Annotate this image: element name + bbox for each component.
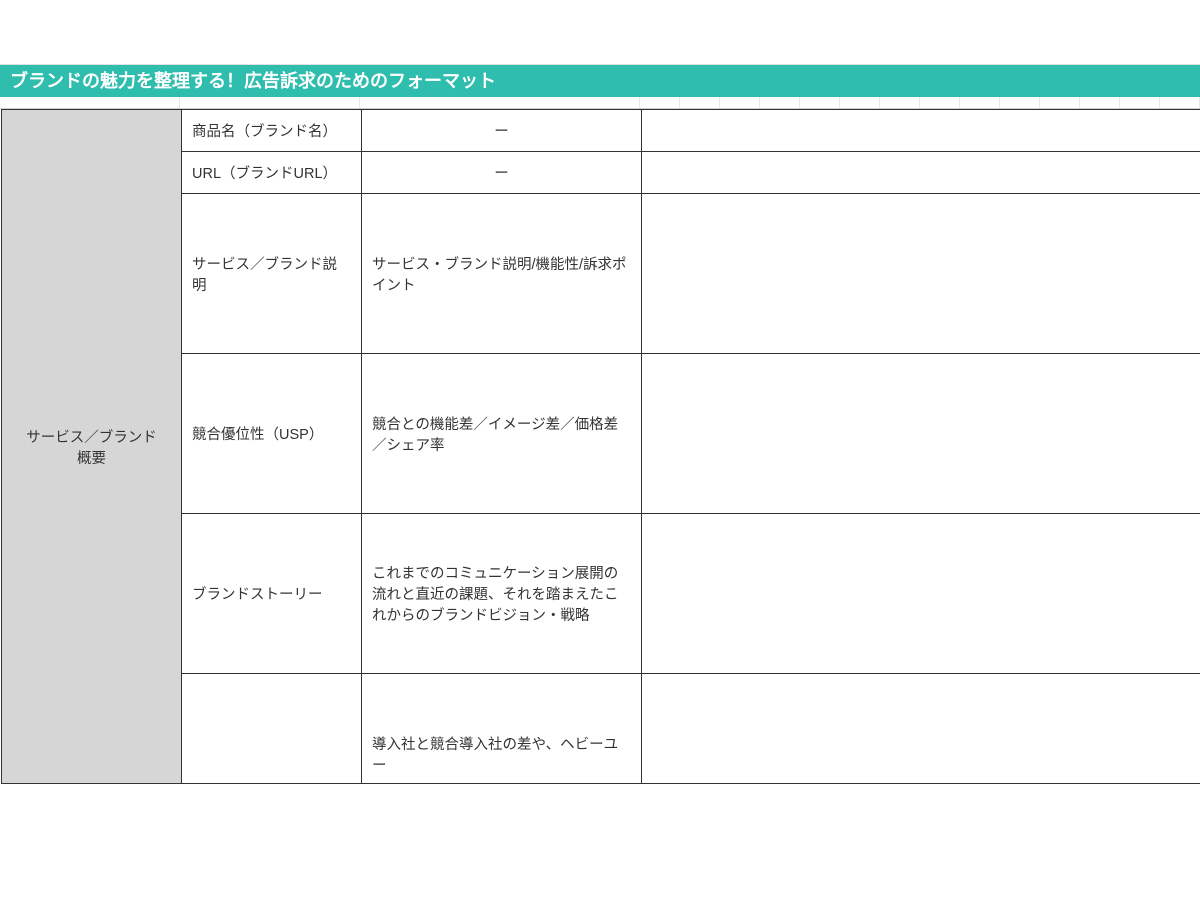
sheet-title: ブランドの魅力を整理する！広告訴求のためのフォーマット: [10, 71, 496, 91]
row-label-cell: 商品名（ブランド名）: [182, 110, 362, 152]
brand-format-table: サービス／ブランド概要商品名（ブランド名）ーURL（ブランドURL）ーサービス／…: [1, 109, 1200, 784]
row-label-cell: サービス／ブランド説明: [182, 194, 362, 354]
ruler-segment: [680, 97, 720, 108]
row-input-cell[interactable]: [642, 152, 1200, 194]
row-label-cell: ブランドストーリー: [182, 514, 362, 674]
row-label-cell: 競合優位性（USP）: [182, 354, 362, 514]
column-ruler: [0, 97, 1200, 109]
category-cell: サービス／ブランド概要: [2, 110, 182, 784]
ruler-segment: [360, 97, 640, 108]
ruler-segment: [640, 97, 680, 108]
ruler-segment: [1040, 97, 1080, 108]
row-description-cell: これまでのコミュニケーション展開の流れと直近の課題、それを踏まえたこれからのブラ…: [362, 514, 642, 674]
ruler-segment: [1120, 97, 1160, 108]
ruler-segment: [920, 97, 960, 108]
ruler-segment: [1080, 97, 1120, 108]
row-description-cell: 競合との機能差／イメージ差／価格差／シェア率: [362, 354, 642, 514]
ruler-segment: [960, 97, 1000, 108]
row-description-cell: 導入社と競合導入社の差や、ヘビーユー: [362, 674, 642, 784]
ruler-segment: [0, 97, 180, 108]
row-input-cell[interactable]: [642, 514, 1200, 674]
table-row: 競合優位性（USP）競合との機能差／イメージ差／価格差／シェア率: [2, 354, 1200, 514]
table-row: URL（ブランドURL）ー: [2, 152, 1200, 194]
table-row: サービス／ブランド概要商品名（ブランド名）ー: [2, 110, 1200, 152]
category-label-line: 概要: [12, 447, 171, 468]
spreadsheet-container: ブランドの魅力を整理する！広告訴求のためのフォーマット サービス／ブランド概要商…: [0, 0, 1200, 900]
table-row: 導入社と競合導入社の差や、ヘビーユー: [2, 674, 1200, 784]
title-bar: ブランドの魅力を整理する！広告訴求のためのフォーマット: [0, 65, 1200, 97]
ruler-segment: [880, 97, 920, 108]
ruler-segment: [720, 97, 760, 108]
row-input-cell[interactable]: [642, 194, 1200, 354]
table-row: ブランドストーリーこれまでのコミュニケーション展開の流れと直近の課題、それを踏ま…: [2, 514, 1200, 674]
top-spacer: [0, 0, 1200, 65]
row-description-cell: サービス・ブランド説明/機能性/訴求ポイント: [362, 194, 642, 354]
table-row: サービス／ブランド説明サービス・ブランド説明/機能性/訴求ポイント: [2, 194, 1200, 354]
row-input-cell[interactable]: [642, 354, 1200, 514]
row-label-cell: [182, 674, 362, 784]
ruler-segment: [760, 97, 800, 108]
ruler-segment: [840, 97, 880, 108]
ruler-segment: [800, 97, 840, 108]
ruler-segment: [180, 97, 360, 108]
ruler-segment: [1000, 97, 1040, 108]
row-description-cell: ー: [362, 110, 642, 152]
ruler-segment: [1160, 97, 1200, 108]
category-label-line: サービス／ブランド: [12, 426, 171, 447]
row-input-cell[interactable]: [642, 110, 1200, 152]
row-input-cell[interactable]: [642, 674, 1200, 784]
row-description-cell: ー: [362, 152, 642, 194]
row-label-cell: URL（ブランドURL）: [182, 152, 362, 194]
